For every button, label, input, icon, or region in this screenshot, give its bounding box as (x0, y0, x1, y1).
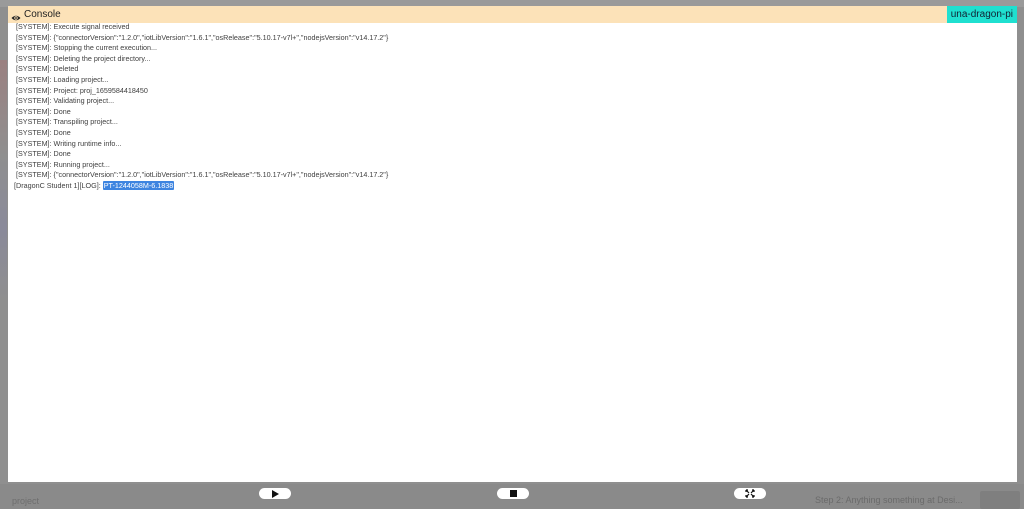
log-line: [SYSTEM]: Running project... (16, 159, 110, 169)
background-sidebar (0, 60, 7, 300)
selected-log-value[interactable]: PT-1244058M-6.1838 (102, 180, 175, 190)
console-header: Console una-dragon-pi (8, 6, 1017, 23)
stop-button[interactable] (497, 488, 529, 499)
background-step-select: Step 2: Anything something at Desi... (815, 495, 963, 505)
console-title: Console (24, 9, 61, 20)
log-line: [SYSTEM]: Done (16, 149, 71, 159)
log-line: [SYSTEM]: Done (16, 127, 71, 137)
user-log-prefix: [DragonC Student 1][LOG]: (14, 180, 101, 190)
log-line: [SYSTEM]: Loading project... (16, 74, 109, 84)
log-line: [SYSTEM]: Transpiling project... (16, 117, 118, 127)
log-line: [SYSTEM]: Stopping the current execution… (16, 43, 158, 53)
background-action-button (980, 491, 1020, 509)
background-bottom-left-text: project (12, 496, 40, 506)
fullscreen-icon (745, 485, 755, 503)
log-line: [SYSTEM]: Writing runtime info... (16, 138, 122, 148)
console-panel: Console una-dragon-pi [SYSTEM]: Execute … (8, 6, 1017, 482)
play-icon (271, 489, 279, 498)
eye-icon[interactable] (11, 10, 21, 20)
log-line: [SYSTEM]: Validating project... (16, 96, 115, 106)
log-line: [SYSTEM]: Project: proj_1659584418450 (16, 85, 148, 95)
log-line: [SYSTEM]: Deleting the project directory… (16, 53, 151, 63)
stop-icon (509, 490, 517, 497)
log-line: [SYSTEM]: {"connectorVersion":"1.2.0","i… (16, 32, 389, 42)
console-output: [SYSTEM]: Execute signal received [SYSTE… (14, 22, 1004, 192)
user-log-line: [DragonC Student 1][LOG]: PT-1244058M-6.… (14, 180, 1004, 192)
log-line: [SYSTEM]: Execute signal received (16, 22, 130, 31)
device-badge[interactable]: una-dragon-pi (946, 6, 1017, 23)
log-line: [SYSTEM]: Deleted (16, 64, 79, 74)
play-button[interactable] (259, 488, 291, 499)
log-line: [SYSTEM]: {"connectorVersion":"1.2.0","i… (16, 170, 389, 180)
fullscreen-button[interactable] (734, 488, 766, 499)
log-line: [SYSTEM]: Done (16, 106, 71, 116)
